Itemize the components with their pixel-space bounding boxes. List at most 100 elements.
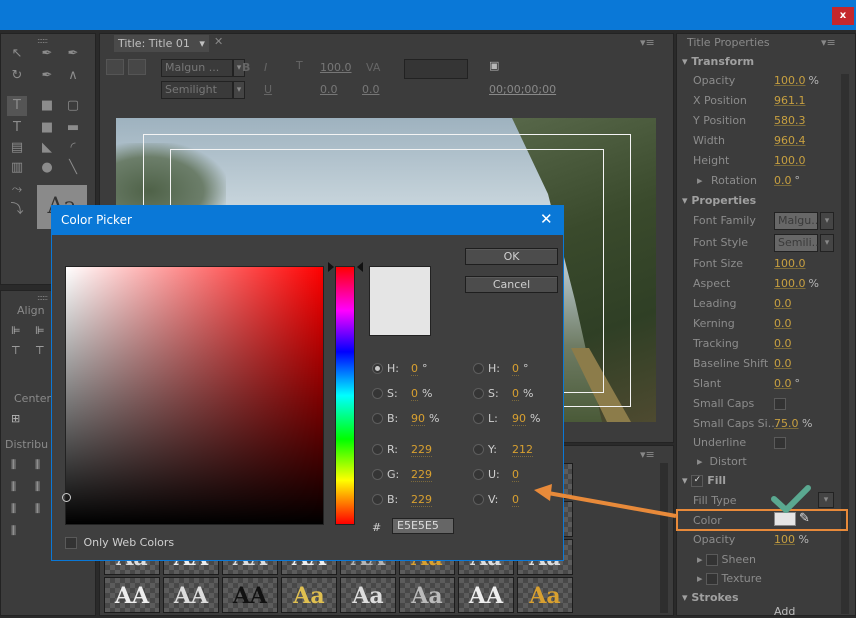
area-type-icon[interactable]: ▤ bbox=[7, 138, 27, 158]
leading-value[interactable]: 0.0 bbox=[362, 83, 380, 96]
ok-button[interactable]: OK bbox=[465, 248, 558, 265]
property-value[interactable]: 100.0 bbox=[774, 257, 809, 270]
color-mode-radio[interactable] bbox=[473, 444, 484, 455]
color-channel-value[interactable]: 229 bbox=[411, 493, 432, 507]
transform-number[interactable]: 0.0 bbox=[774, 174, 792, 187]
distribute-spacing-icon[interactable]: ⫼ bbox=[11, 524, 16, 538]
underline-button[interactable]: U bbox=[264, 83, 272, 96]
color-channel-value[interactable]: 90 bbox=[512, 412, 526, 426]
font-style-select[interactable]: Semilight bbox=[161, 81, 233, 99]
hue-slider-left-arrow[interactable] bbox=[328, 262, 334, 272]
property-number[interactable]: 100.0 bbox=[774, 277, 806, 290]
color-field-cursor[interactable] bbox=[62, 493, 71, 502]
transform-value[interactable]: 100.0 bbox=[774, 154, 809, 167]
property-value[interactable]: 100.0% bbox=[774, 277, 819, 290]
path-type-icon[interactable]: ⤳ bbox=[7, 180, 27, 200]
bold-button[interactable]: B bbox=[242, 61, 250, 74]
small-caps-checkbox[interactable] bbox=[774, 398, 786, 410]
strokes-section[interactable]: ▾ Strokes bbox=[682, 591, 739, 604]
panel-menu-icon[interactable]: ▾≡ bbox=[640, 36, 655, 49]
properties-scrollbar[interactable] bbox=[841, 74, 849, 614]
transform-number[interactable]: 580.3 bbox=[774, 114, 806, 127]
vertical-type-icon[interactable]: T bbox=[7, 118, 27, 138]
timecode[interactable]: 00;00;00;00 bbox=[489, 83, 556, 96]
distribute-middle-icon[interactable]: ⫼ bbox=[35, 480, 40, 494]
fill-checkbox[interactable]: ✓ bbox=[691, 475, 704, 487]
align-top-icon[interactable]: ⊤ bbox=[11, 344, 21, 357]
style-swatch[interactable]: Aa bbox=[399, 577, 455, 613]
small-caps-size-field[interactable]: 75.0 % bbox=[774, 417, 812, 430]
color-channel-value[interactable]: 229 bbox=[411, 443, 432, 457]
property-value[interactable]: 0.0 bbox=[774, 337, 795, 350]
hex-input[interactable]: E5E5E5 bbox=[392, 518, 454, 534]
only-web-colors-option[interactable]: Only Web Colors bbox=[65, 536, 174, 549]
tab-close-icon[interactable]: ✕ bbox=[214, 35, 223, 48]
property-number[interactable]: 0.0 bbox=[774, 297, 792, 310]
center-horizontal-icon[interactable]: ⊞ bbox=[11, 412, 20, 425]
transform-number[interactable]: 960.4 bbox=[774, 134, 806, 147]
arc-tool-icon[interactable]: ◜ bbox=[63, 138, 83, 158]
align-left-text-icon[interactable] bbox=[404, 59, 468, 79]
property-value[interactable]: 0.0 bbox=[774, 357, 795, 370]
hue-slider-right-arrow[interactable] bbox=[357, 262, 363, 272]
transform-number[interactable]: 961.1 bbox=[774, 94, 806, 107]
color-channel-value[interactable]: 0 bbox=[411, 362, 418, 376]
property-number[interactable]: 0.0 bbox=[774, 357, 792, 370]
fill-opacity-value[interactable]: 100 bbox=[774, 533, 795, 546]
transform-number[interactable]: 100.0 bbox=[774, 74, 806, 87]
property-value[interactable]: 0.0 bbox=[774, 317, 795, 330]
rounded-rect-tool-icon[interactable]: ▢ bbox=[63, 96, 83, 116]
property-number[interactable]: 0.0 bbox=[774, 337, 792, 350]
distribute-left-icon[interactable]: ⫼ bbox=[11, 458, 16, 472]
saturation-brightness-field[interactable] bbox=[62, 266, 324, 525]
texture-section[interactable]: ▸ Texture bbox=[697, 572, 762, 585]
title-tab[interactable]: Title: Title 01 ▾ bbox=[114, 35, 209, 52]
small-caps-size-value[interactable]: 75.0 bbox=[774, 417, 799, 430]
roll-crawl-icon[interactable] bbox=[128, 59, 146, 75]
color-mode-radio[interactable] bbox=[473, 413, 484, 424]
property-number[interactable]: 100.0 bbox=[774, 257, 806, 270]
font-family-select[interactable]: Malgun ... bbox=[161, 59, 233, 77]
color-mode-radio[interactable] bbox=[372, 494, 383, 505]
color-channel-value[interactable]: 0 bbox=[512, 468, 519, 482]
only-web-colors-checkbox[interactable] bbox=[65, 537, 77, 549]
clipped-rect-tool-icon[interactable]: ■ bbox=[37, 118, 57, 138]
color-mode-radio[interactable] bbox=[372, 444, 383, 455]
color-mode-radio[interactable] bbox=[372, 363, 383, 374]
underline-checkbox[interactable] bbox=[774, 437, 786, 449]
color-channel-value[interactable]: 212 bbox=[512, 443, 533, 457]
line-tool-icon[interactable]: ╲ bbox=[63, 158, 83, 178]
rotation-expand-icon[interactable]: ▸ bbox=[697, 174, 703, 187]
color-mode-radio[interactable] bbox=[372, 413, 383, 424]
color-channel-value[interactable]: 0 bbox=[512, 387, 519, 401]
font-style-prop-select[interactable]: Semili... bbox=[774, 234, 822, 252]
chevron-down-icon[interactable]: ▾ bbox=[820, 234, 834, 252]
style-swatch[interactable]: Aa bbox=[340, 577, 396, 613]
panel-menu-icon[interactable]: ▾≡ bbox=[640, 448, 655, 461]
distribute-center-icon[interactable]: ⫼ bbox=[35, 458, 40, 472]
vertical-path-type-icon[interactable]: ⤵ bbox=[7, 200, 27, 220]
chevron-down-icon[interactable]: ▾ bbox=[233, 81, 245, 99]
align-left-icon[interactable]: ⊫ bbox=[11, 324, 21, 337]
rounded-corner-tool-icon[interactable]: ▬ bbox=[63, 118, 83, 138]
add-anchor-icon[interactable]: ✒ bbox=[63, 44, 83, 64]
new-title-icon[interactable] bbox=[106, 59, 124, 75]
italic-button[interactable]: I bbox=[264, 61, 267, 74]
pen-tool-icon[interactable]: ✒ bbox=[37, 44, 57, 64]
sheen-checkbox[interactable] bbox=[706, 554, 719, 566]
color-channel-value[interactable]: 0 bbox=[411, 387, 418, 401]
fill-section[interactable]: ▾ ✓ Fill bbox=[682, 474, 726, 487]
style-swatch[interactable]: Aa bbox=[281, 577, 337, 613]
chevron-down-icon[interactable]: ▾ bbox=[820, 212, 834, 230]
color-mode-radio[interactable] bbox=[372, 469, 383, 480]
transform-value[interactable]: 961.1 bbox=[774, 94, 809, 107]
tab-stops-icon[interactable]: ▣ bbox=[489, 59, 499, 72]
sheen-section[interactable]: ▸ Sheen bbox=[697, 553, 756, 566]
transform-value[interactable]: 100.0% bbox=[774, 74, 819, 87]
style-swatch[interactable]: AA bbox=[163, 577, 219, 613]
rotation-tool-icon[interactable]: ↻ bbox=[7, 66, 27, 86]
style-swatch[interactable]: Aa bbox=[517, 577, 573, 613]
color-mode-radio[interactable] bbox=[372, 388, 383, 399]
distribute-top-icon[interactable]: ⫼ bbox=[11, 480, 16, 494]
transform-value[interactable]: 960.4 bbox=[774, 134, 809, 147]
